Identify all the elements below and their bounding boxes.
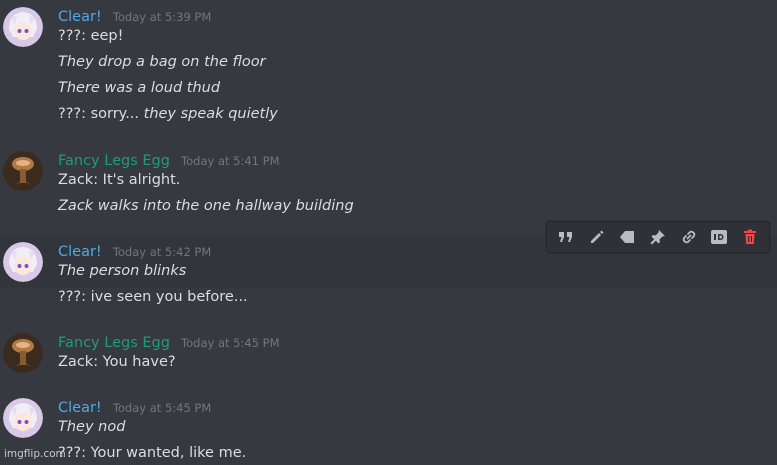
- message-header: Fancy Legs Egg Today at 5:41 PM: [58, 150, 280, 169]
- edit-icon[interactable]: [585, 225, 609, 249]
- message-actions-toolbar: [546, 221, 770, 253]
- message-header: Clear! Today at 5:42 PM: [58, 241, 211, 260]
- author-name[interactable]: Clear!: [58, 244, 102, 260]
- tag-icon[interactable]: [615, 225, 639, 249]
- message-line: Zack walks into the one hallway building: [58, 198, 354, 214]
- quote-icon[interactable]: [554, 225, 578, 249]
- timestamp: Today at 5:45 PM: [112, 401, 212, 415]
- message-line: They nod: [58, 419, 126, 435]
- link-icon[interactable]: [677, 225, 701, 249]
- author-name[interactable]: Clear!: [58, 9, 102, 25]
- message-line: They drop a bag on the floor: [58, 54, 266, 70]
- message-emphasis: they speak quietly: [143, 106, 278, 122]
- author-name[interactable]: Fancy Legs Egg: [58, 335, 170, 351]
- message-line: ???: eep!: [58, 28, 124, 44]
- message-text: ???: sorry...: [58, 106, 144, 122]
- timestamp: Today at 5:41 PM: [181, 154, 280, 168]
- avatar[interactable]: [3, 151, 43, 191]
- author-name[interactable]: Clear!: [58, 400, 102, 416]
- pin-icon[interactable]: [646, 225, 670, 249]
- message-line: The person blinks: [58, 263, 187, 279]
- avatar[interactable]: [3, 398, 43, 438]
- message-group: Fancy Legs Egg Today at 5:45 PM Zack: Yo…: [0, 332, 777, 378]
- message-group: Fancy Legs Egg Today at 5:41 PM Zack: It…: [0, 150, 777, 220]
- message-line: Zack: It's alright.: [58, 172, 181, 188]
- message-line: Zack: You have?: [58, 354, 176, 370]
- watermark: imgflip.com: [4, 448, 66, 460]
- message-line: ???: sorry... they speak quietly: [58, 106, 278, 122]
- message-header: Clear! Today at 5:45 PM: [58, 397, 211, 416]
- avatar[interactable]: [3, 7, 43, 47]
- timestamp: Today at 5:39 PM: [112, 10, 212, 24]
- timestamp: Today at 5:45 PM: [181, 336, 280, 350]
- message-header: Fancy Legs Egg Today at 5:45 PM: [58, 332, 280, 351]
- message-header: Clear! Today at 5:39 PM: [58, 6, 211, 25]
- delete-icon[interactable]: [738, 225, 762, 249]
- avatar[interactable]: [3, 242, 43, 282]
- timestamp: Today at 5:42 PM: [112, 245, 212, 259]
- message-line: There was a loud thud: [58, 80, 221, 96]
- message-group: Clear! Today at 5:45 PM They nod ???: Yo…: [0, 397, 777, 463]
- message-line: ???: ive seen you before...: [58, 289, 248, 305]
- message-line: ???: Your wanted, like me.: [58, 445, 247, 461]
- author-name[interactable]: Fancy Legs Egg: [58, 153, 170, 169]
- id-icon[interactable]: [707, 225, 731, 249]
- avatar[interactable]: [3, 333, 43, 373]
- message-group: Clear! Today at 5:39 PM ???: eep! They d…: [0, 6, 777, 126]
